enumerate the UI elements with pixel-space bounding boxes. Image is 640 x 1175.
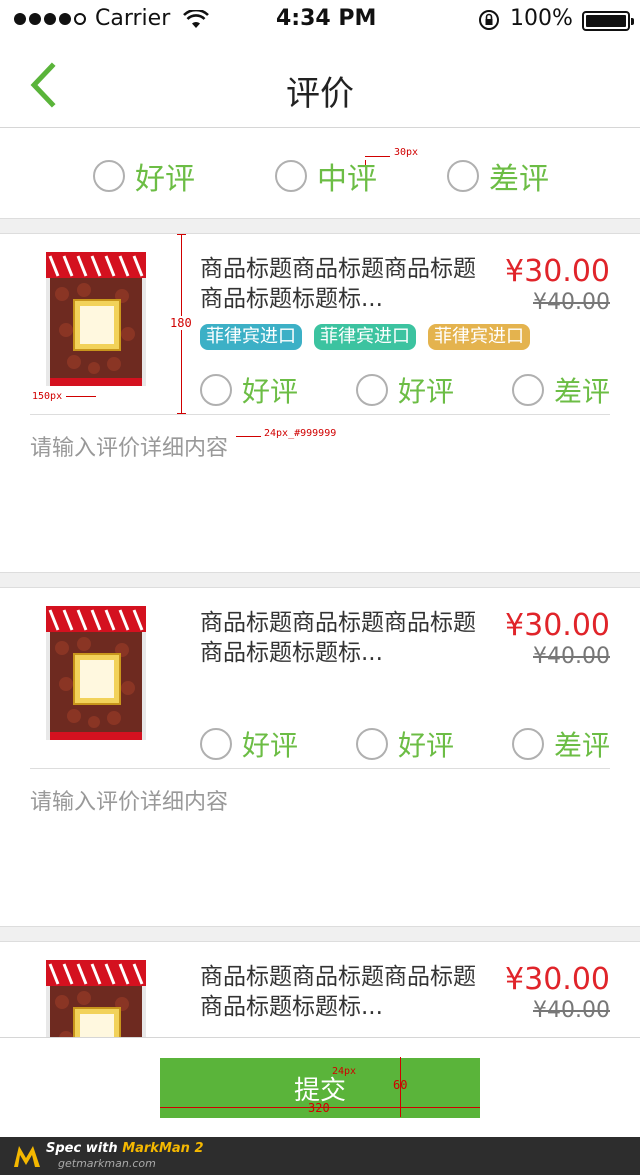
markman-logo-icon: [14, 1146, 40, 1167]
product-tags: 菲律宾进口 菲律宾进口 菲律宾进口: [200, 324, 530, 350]
rating-label: 好评: [398, 729, 455, 762]
carrier-name: Carrier: [95, 6, 171, 31]
rating-option-neutral[interactable]: 中评: [275, 154, 377, 198]
rating-option-bad[interactable]: 差评: [447, 154, 549, 198]
markman-url: getmarkman.com: [58, 1157, 156, 1170]
status-bar: Carrier 4:34 PM 100%: [0, 0, 640, 40]
spec-annotation: 30px: [394, 147, 419, 158]
radio-circle-icon[interactable]: [93, 160, 125, 192]
annotation-line: [236, 436, 261, 437]
page-title: 评价: [286, 74, 354, 114]
clock: 4:34 PM: [276, 6, 377, 31]
rating-label: 差评: [554, 729, 611, 762]
radio-circle-icon[interactable]: [356, 374, 388, 406]
radio-circle-icon[interactable]: [356, 728, 388, 760]
divider: [30, 414, 610, 415]
rating-option-good[interactable]: 好评: [356, 370, 454, 410]
markman-title: Spec with MarkMan 2: [46, 1141, 204, 1156]
annotation-line: [177, 234, 186, 235]
product-title: 商品标题商品标题商品标题商品标题标题标...: [200, 256, 476, 312]
footer-bar: 提交: [0, 1037, 640, 1137]
section-gap: [0, 926, 640, 942]
navigation-bar: 评价: [0, 40, 640, 128]
rating-label: 差评: [554, 375, 611, 408]
spec-annotation: 60: [393, 1078, 408, 1092]
origin-tag: 菲律宾进口: [428, 324, 530, 350]
product-image: [46, 252, 146, 386]
product-title: 商品标题商品标题商品标题商品标题标题标...: [200, 610, 476, 666]
rating-label: 好评: [398, 375, 455, 408]
product-review-card: 商品标题商品标题商品标题商品标题标题标... ¥30.00 ¥40.00 菲律宾…: [0, 234, 640, 572]
overall-rating: 好评 中评 差评: [0, 128, 640, 218]
origin-tag: 菲律宾进口: [200, 324, 302, 350]
spec-annotation: 150px: [32, 391, 63, 402]
rotation-lock-icon: [479, 10, 499, 30]
product-title: 商品标题商品标题商品标题商品标题标题标...: [200, 964, 476, 1020]
product-original-price: ¥40.00: [533, 290, 610, 315]
spec-annotation: 24px_#999999: [264, 428, 337, 439]
radio-circle-icon[interactable]: [512, 728, 544, 760]
rating-label: 差评: [489, 162, 549, 197]
product-review-card: 商品标题商品标题商品标题商品标题标题标... ¥30.00 ¥40.00 好评 …: [0, 588, 640, 926]
radio-circle-icon[interactable]: [200, 374, 232, 406]
origin-tag: 菲律宾进口: [314, 324, 416, 350]
rating-label: 好评: [242, 729, 299, 762]
section-gap: [0, 572, 640, 588]
battery-percent: 100%: [510, 6, 573, 31]
product-original-price: ¥40.00: [533, 998, 610, 1023]
rating-option-good[interactable]: 好评: [200, 370, 298, 410]
product-review-card: 商品标题商品标题商品标题商品标题标题标... ¥30.00 ¥40.00: [0, 942, 640, 1037]
review-comment-input[interactable]: [30, 784, 610, 914]
spec-annotation: 180: [170, 316, 192, 330]
radio-circle-icon[interactable]: [200, 728, 232, 760]
divider: [30, 768, 610, 769]
product-original-price: ¥40.00: [533, 644, 610, 669]
rating-option-bad[interactable]: 差评: [512, 724, 610, 764]
battery-icon: [582, 11, 634, 31]
signal-strength-icon: [14, 13, 86, 25]
radio-circle-icon[interactable]: [512, 374, 544, 406]
annotation-line: [66, 396, 96, 397]
annotation-line: [365, 156, 390, 157]
product-price: ¥30.00: [505, 608, 610, 643]
annotation-line: [365, 160, 366, 165]
spec-annotation: 320: [308, 1101, 330, 1115]
rating-label: 好评: [135, 162, 195, 197]
rating-option-good[interactable]: 好评: [356, 724, 454, 764]
product-image: [46, 606, 146, 740]
rating-option-good[interactable]: 好评: [93, 154, 195, 198]
radio-circle-icon[interactable]: [275, 160, 307, 192]
rating-label: 中评: [317, 162, 377, 197]
wifi-icon: [183, 10, 209, 28]
rating-option-good[interactable]: 好评: [200, 724, 298, 764]
review-comment-input[interactable]: [30, 430, 610, 560]
spec-annotation: 24px: [332, 1066, 357, 1077]
markman-watermark: Spec with MarkMan 2 getmarkman.com: [0, 1137, 640, 1175]
product-price: ¥30.00: [505, 254, 610, 289]
annotation-line: [177, 413, 186, 414]
rating-label: 好评: [242, 375, 299, 408]
product-price: ¥30.00: [505, 962, 610, 997]
rating-option-bad[interactable]: 差评: [512, 370, 610, 410]
product-image: [46, 960, 146, 1037]
radio-circle-icon[interactable]: [447, 160, 479, 192]
section-gap: [0, 218, 640, 234]
